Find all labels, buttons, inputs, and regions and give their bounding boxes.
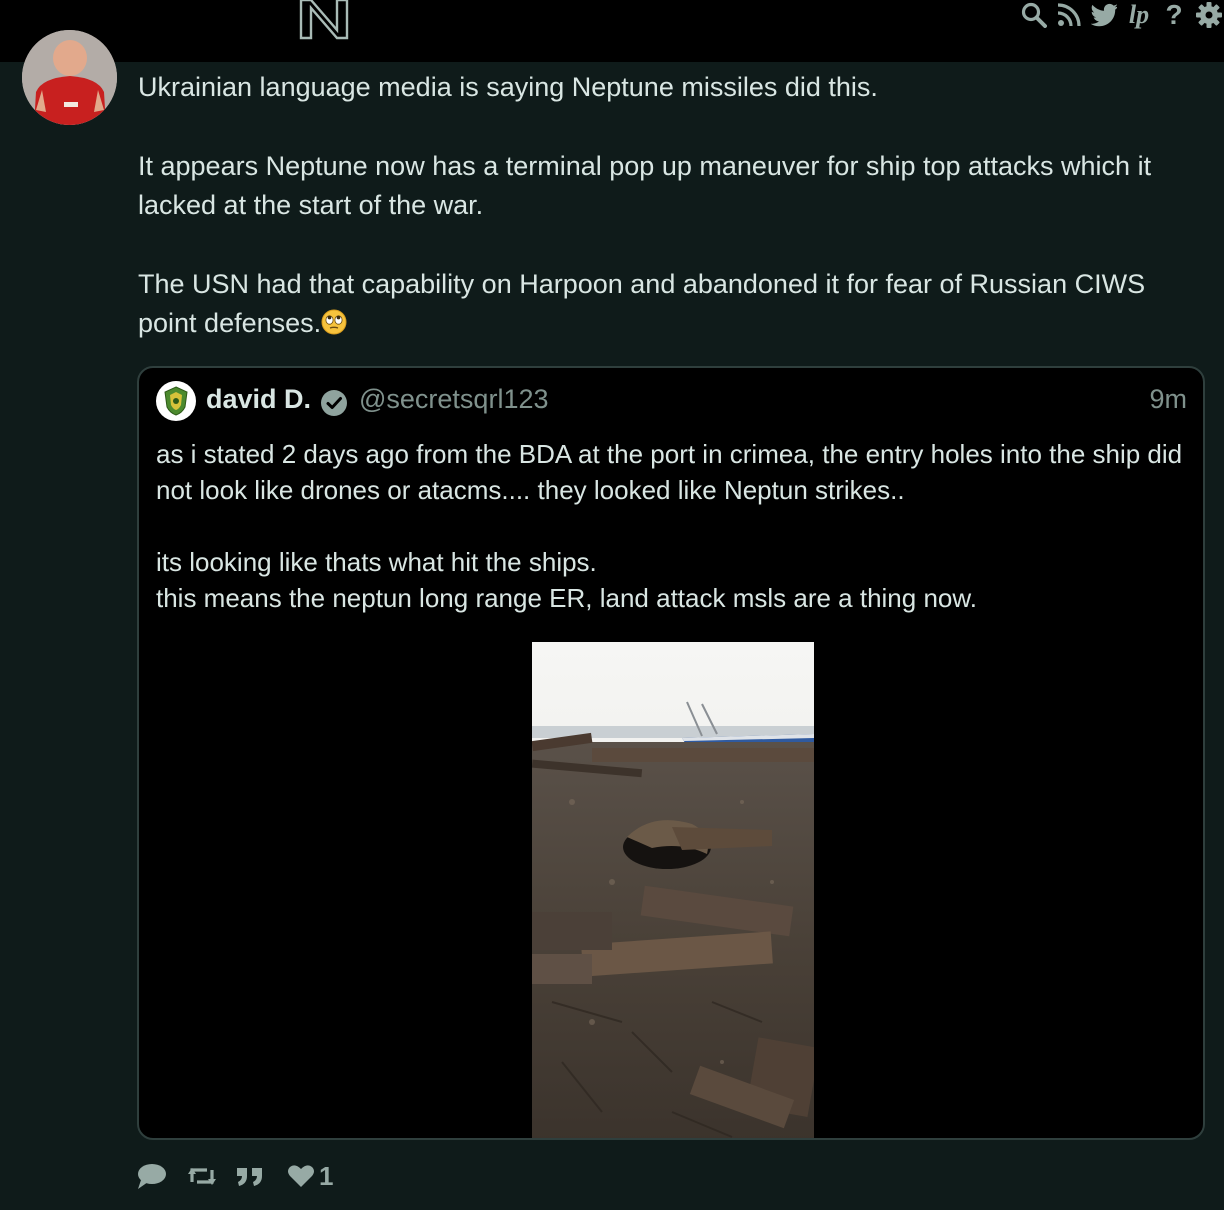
reply-icon[interactable] [137,1162,167,1190]
post-paragraph-text: The USN had that capability on Harpoon a… [138,269,1146,338]
quote-timestamp[interactable]: 9m [1149,384,1187,415]
post-paragraph: Ukrainian language media is saying Neptu… [138,72,878,102]
quote-body: as i stated 2 days ago from the BDA at t… [156,436,1186,616]
post-body: Ukrainian language media is saying Neptu… [138,68,1208,383]
quote-line: this means the neptun long range ER, lan… [156,583,977,613]
search-icon[interactable] [1021,2,1047,28]
top-bar: lp ? [0,0,1224,62]
damaged-deck-photo[interactable] [532,642,814,1138]
quote-icon[interactable] [235,1162,265,1190]
quote-author-handle[interactable]: @secretsqrl123 [359,384,549,415]
twitter-icon[interactable] [1091,2,1117,28]
liberapay-icon[interactable]: lp [1126,2,1152,28]
header-icons: lp ? [1021,0,1224,30]
boost-icon[interactable] [187,1162,217,1190]
quote-author-name[interactable]: david D. [206,384,311,415]
quoted-post[interactable]: david D. @secretsqrl123 9m as i stated 2… [137,366,1205,1140]
site-logo[interactable] [297,0,353,42]
eye-roll-emoji [321,307,347,335]
post-paragraph: It appears Neptune now has a terminal po… [138,151,1152,220]
gear-icon[interactable] [1196,2,1222,28]
heart-icon [287,1163,315,1189]
like-count: 1 [319,1160,334,1191]
user-avatar[interactable] [22,30,117,125]
help-icon[interactable]: ? [1161,1,1187,29]
rss-icon[interactable] [1056,2,1082,28]
verified-badge-icon [320,389,348,417]
post-paragraph: The USN had that capability on Harpoon a… [138,265,1208,343]
like-button[interactable]: 1 [287,1161,333,1192]
quote-line: its looking like thats what hit the ship… [156,547,597,577]
post-actions: 1 [137,1160,333,1192]
quote-author-avatar[interactable] [156,381,196,421]
quote-paragraph: as i stated 2 days ago from the BDA at t… [156,439,1183,505]
